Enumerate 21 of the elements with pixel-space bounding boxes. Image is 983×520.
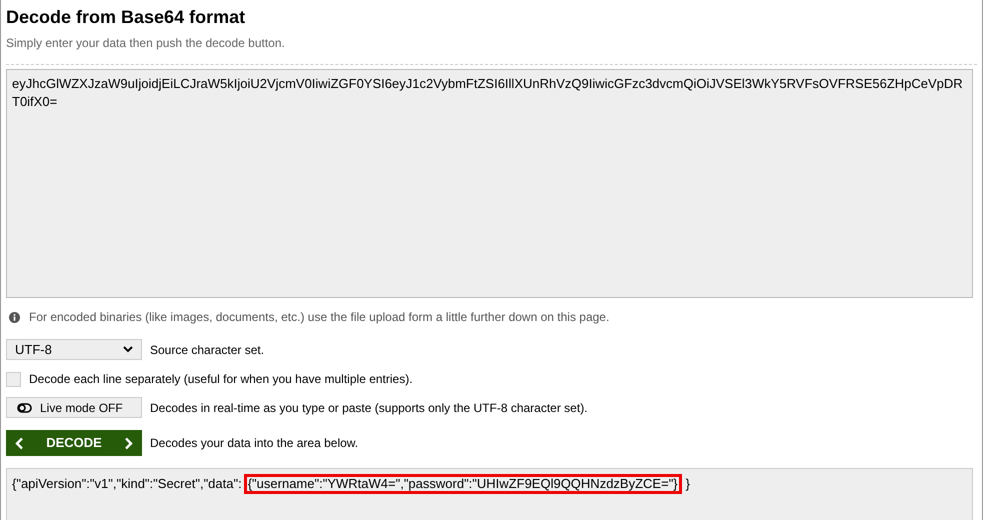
output-text: {"apiVersion":"v1","kind":"Secret","data": — [12, 476, 242, 491]
checkbox-label: Decode each line separately (useful for when you have multiple entries). — [29, 371, 413, 388]
checkbox[interactable] — [6, 372, 21, 386]
input-field[interactable]: eyJhcGlWZXJzaW9uIjoidjEiLCJraW5kIjoiU2VjcmV0IiwiZGF0YSI6eyJ1c2VybmFtZSI6IllXUnRhVzQ9IiwicGFzc3dvcmQiOiJVSEl3WkY5RVFsOVFRSE56ZHpCeVpDRT0ifX0= — [6, 69, 973, 298]
info-text: For encoded binaries (like images, documents, etc.) use the file upload form a little further down on this page. — [29, 309, 610, 326]
output-field[interactable]: {"apiVersion":"v1","kind":"Secret","data": {"username":"YWRtaW4=","password":"UHIwZF9EQl9QQHNzdzByZCE="} } — [6, 468, 973, 520]
charset-select[interactable]: UTF-8 — [6, 339, 142, 360]
info-icon — [9, 312, 20, 322]
chevron-right-icon — [124, 436, 133, 450]
page-title: Decode from Base64 format — [6, 6, 246, 28]
chevron-down-icon — [123, 346, 133, 353]
highlighted-text: {"username":"YWRtaW4=","password":"UHIwZF9EQl9QQHNzdzByZCE="} — [244, 474, 682, 494]
output-text: } — [686, 476, 690, 491]
toggle-icon — [17, 402, 32, 412]
live-mode-label: Decodes in real-time as you type or paste (supports only the UTF-8 character set). — [150, 400, 588, 416]
decode-button[interactable]: DECODE — [6, 430, 142, 456]
live-mode-button[interactable]: Live mode OFF — [6, 397, 142, 418]
charset-label: Source character set. — [150, 342, 264, 358]
decode-label: Decodes your data into the area below. — [150, 435, 358, 452]
page-subtitle: Simply enter your data then push the decode button. — [6, 35, 286, 52]
chevron-left-icon — [15, 436, 24, 450]
